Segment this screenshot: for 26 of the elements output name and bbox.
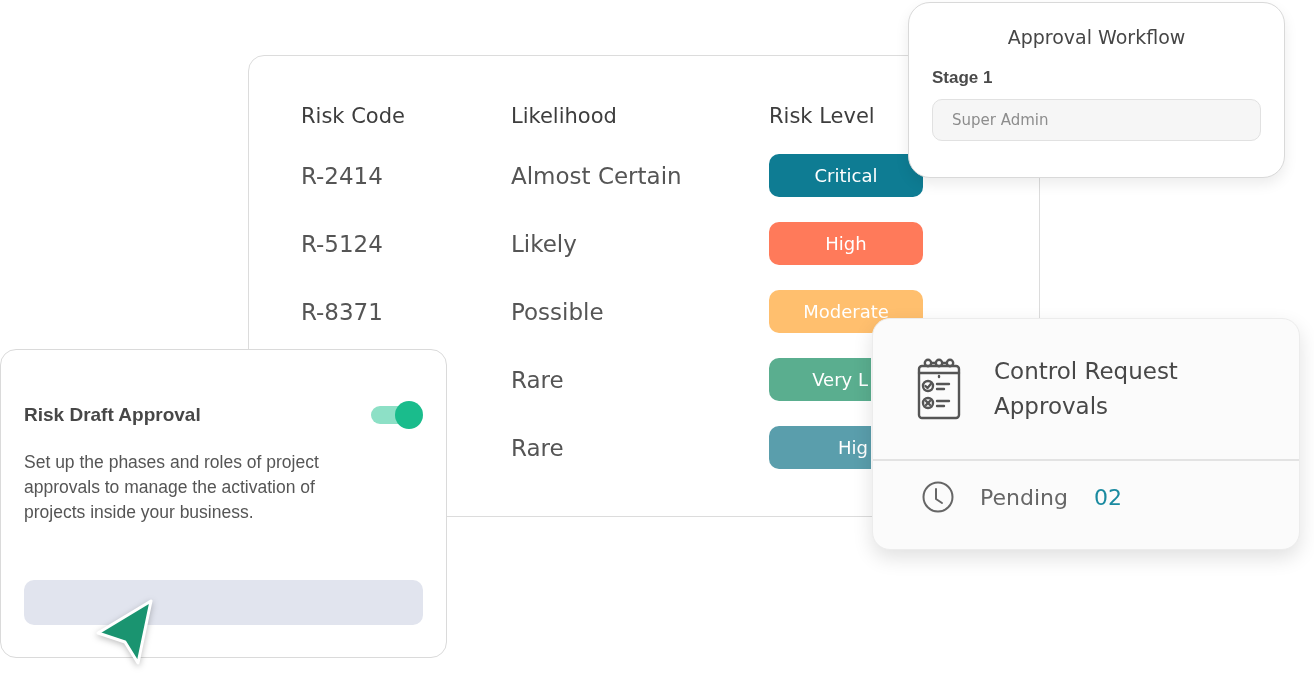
- clock-icon: [922, 481, 954, 513]
- table-cell: Almost Certain: [511, 162, 682, 189]
- column-header: Likelihood: [511, 103, 618, 129]
- description-text: Set up the phases and roles of project approvals to manage the activation of projects inside your business.: [24, 451, 320, 524]
- risk-level-badge: Very L: [769, 358, 871, 401]
- table-cell: Rare: [511, 434, 564, 461]
- toggle-switch[interactable]: [371, 401, 423, 429]
- column-header: Risk Level: [769, 103, 876, 129]
- risk-level-badge: Hig: [769, 426, 871, 469]
- risk-level-badge: High: [769, 222, 923, 265]
- card-title: Approval Workflow: [1006, 25, 1187, 49]
- card-title: Control Request Approvals: [994, 357, 1179, 421]
- stage-label: Stage 1: [932, 67, 993, 89]
- table-cell: Possible: [511, 298, 604, 325]
- card-title: Risk Draft Approval: [24, 404, 201, 426]
- risk-level-badge: Critical: [769, 154, 923, 197]
- count-text: 02: [1093, 484, 1122, 510]
- stage-field[interactable]: Super Admin: [932, 99, 1261, 141]
- table-cell: Likely: [511, 230, 577, 257]
- table-cell: R-5124: [301, 230, 383, 257]
- clipboard-checklist-icon: [917, 358, 961, 420]
- table-cell: R-8371: [301, 298, 383, 325]
- column-header: Risk Code: [301, 103, 406, 129]
- table-cell: Rare: [511, 366, 564, 393]
- table-cell: R-2414: [301, 162, 383, 189]
- status-label: Pending: [980, 484, 1068, 510]
